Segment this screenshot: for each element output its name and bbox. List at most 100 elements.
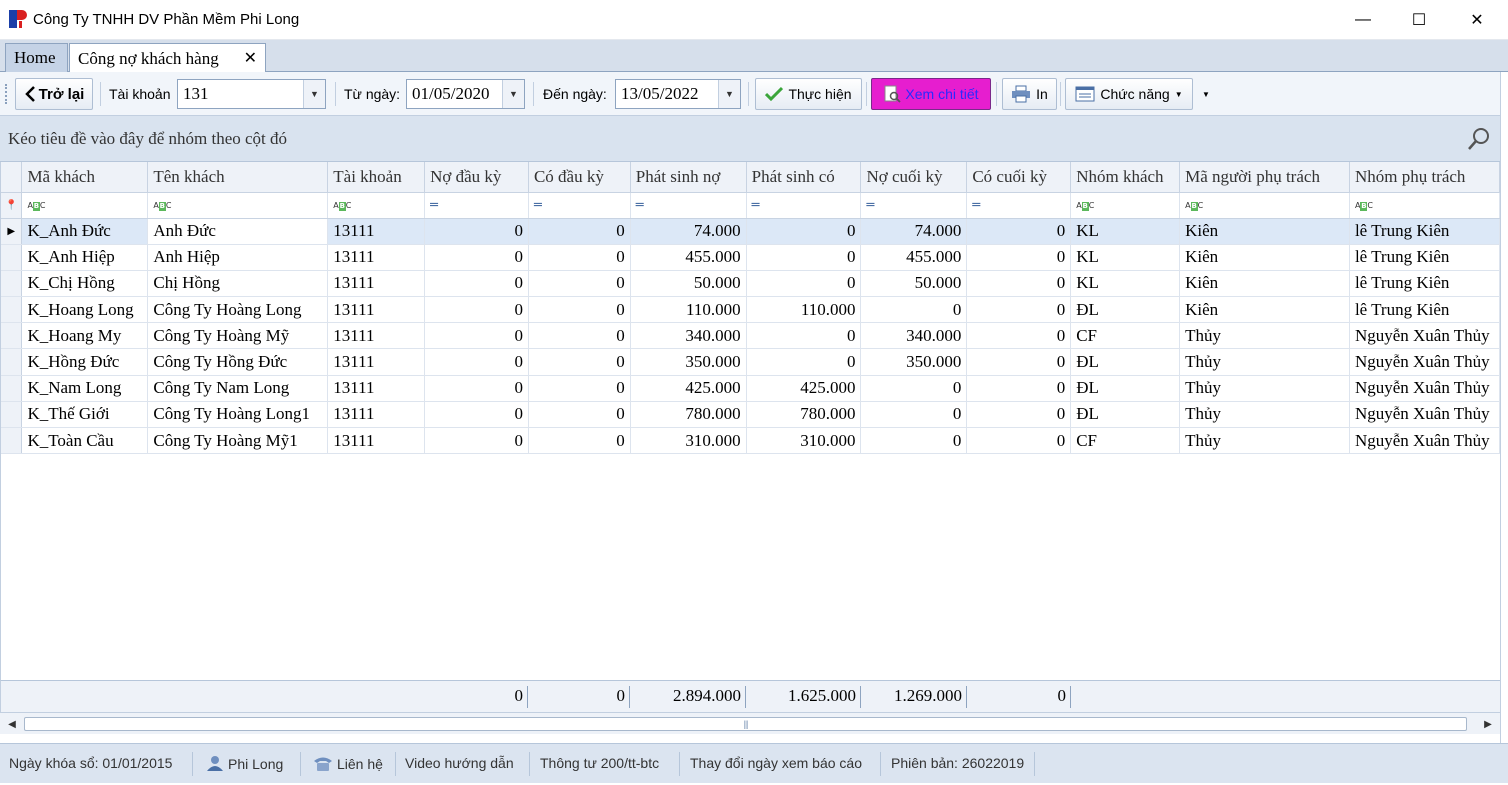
row-indicator[interactable] xyxy=(1,427,23,455)
table-cell[interactable]: lê Trung Kiên xyxy=(1349,296,1500,324)
table-cell[interactable]: Kiên xyxy=(1179,296,1350,324)
table-cell[interactable]: Công Ty Hồng Đức xyxy=(147,348,329,376)
table-row[interactable]: K_Anh Hiệp Anh Hiệp 13111 0 0 455.000 0 455.000… xyxy=(1,244,1500,271)
row-focus-indicator-icon[interactable]: ▶ xyxy=(1,218,23,245)
table-cell[interactable]: 13111 xyxy=(327,401,426,429)
table-cell[interactable]: lê Trung Kiên xyxy=(1349,244,1500,271)
table-cell[interactable]: K_Nam Long xyxy=(21,375,149,402)
table-cell[interactable]: 0 xyxy=(528,427,631,455)
dropdown-arrow-icon[interactable]: ▼ xyxy=(502,80,524,108)
column-header[interactable]: Nhóm khách xyxy=(1070,162,1181,193)
table-cell[interactable]: Công Ty Nam Long xyxy=(147,375,329,402)
table-cell[interactable]: Thủy xyxy=(1179,401,1350,429)
table-cell[interactable]: 0 xyxy=(966,244,1072,271)
table-cell[interactable]: 0 xyxy=(424,296,529,324)
table-cell[interactable]: 74.000 xyxy=(630,218,747,245)
filter-text-icon[interactable]: ABC xyxy=(147,192,329,219)
table-cell[interactable]: 13111 xyxy=(327,270,426,298)
dropdown-arrow-icon[interactable]: ▼ xyxy=(303,80,325,108)
table-cell[interactable]: Nguyễn Xuân Thủy xyxy=(1349,427,1500,455)
filter-text-icon[interactable]: ABC xyxy=(21,192,149,219)
table-cell[interactable]: K_Hoang Long xyxy=(21,296,149,324)
toolbar-grip[interactable] xyxy=(5,84,8,104)
table-cell[interactable]: 0 xyxy=(528,244,631,271)
table-cell[interactable]: 0 xyxy=(966,401,1072,429)
table-cell[interactable]: 0 xyxy=(966,427,1072,455)
column-header[interactable]: Mã khách xyxy=(21,162,149,193)
status-change-date[interactable]: Thay đổi ngày xem báo cáo xyxy=(690,755,862,771)
table-cell[interactable]: Thủy xyxy=(1179,427,1350,455)
filter-equals-icon[interactable]: ═ xyxy=(630,192,747,219)
table-cell[interactable]: Anh Hiệp xyxy=(147,244,329,271)
group-by-panel[interactable]: Kéo tiêu đề vào đây để nhóm theo cột đó xyxy=(0,116,1500,162)
table-cell[interactable]: CF xyxy=(1070,322,1181,350)
table-cell[interactable]: Kiên xyxy=(1179,218,1350,245)
row-indicator[interactable] xyxy=(1,296,23,324)
table-cell[interactable]: Chị Hồng xyxy=(147,270,329,298)
dropdown-arrow-icon[interactable]: ▼ xyxy=(718,80,740,108)
filter-equals-icon[interactable]: ═ xyxy=(966,192,1072,219)
table-cell[interactable]: 0 xyxy=(860,427,968,455)
table-cell[interactable]: Công Ty Hoàng Long1 xyxy=(147,401,329,429)
table-cell[interactable]: KL xyxy=(1070,218,1181,245)
table-cell[interactable]: K_Hồng Đức xyxy=(21,348,149,376)
table-row[interactable]: K_Chị Hồng Chị Hồng 13111 0 0 50.000 0 50.000 0 K… xyxy=(1,270,1500,298)
status-contact[interactable]: Liên hệ xyxy=(312,755,383,772)
to-date-picker[interactable]: 13/05/2022 ▼ xyxy=(615,79,741,109)
row-indicator[interactable] xyxy=(1,375,23,402)
table-cell[interactable]: 0 xyxy=(966,218,1072,245)
table-cell[interactable]: ĐL xyxy=(1070,348,1181,376)
maximize-button[interactable]: ☐ xyxy=(1390,0,1448,40)
table-cell[interactable]: 0 xyxy=(528,270,631,298)
table-cell[interactable]: 110.000 xyxy=(630,296,747,324)
table-cell[interactable]: KL xyxy=(1070,270,1181,298)
table-cell[interactable]: 425.000 xyxy=(630,375,747,402)
table-cell[interactable]: 0 xyxy=(746,244,862,271)
filter-equals-icon[interactable]: ═ xyxy=(424,192,529,219)
filter-text-icon[interactable]: ABC xyxy=(1070,192,1181,219)
filter-text-icon[interactable]: ABC xyxy=(327,192,426,219)
table-cell[interactable]: 13111 xyxy=(327,348,426,376)
table-cell[interactable]: 0 xyxy=(528,401,631,429)
table-cell[interactable]: Thủy xyxy=(1179,322,1350,350)
table-cell[interactable]: 0 xyxy=(746,322,862,350)
row-indicator[interactable] xyxy=(1,270,23,298)
table-cell[interactable]: Kiên xyxy=(1179,270,1350,298)
table-cell[interactable]: 0 xyxy=(528,375,631,402)
table-cell[interactable]: 0 xyxy=(424,375,529,402)
table-row[interactable]: K_Hoang My Công Ty Hoàng Mỹ 13111 0 0 340.000… xyxy=(1,322,1500,350)
table-cell[interactable]: 110.000 xyxy=(746,296,862,324)
column-header[interactable]: Phát sinh có xyxy=(746,162,862,193)
table-cell[interactable]: K_Hoang My xyxy=(21,322,149,350)
column-header[interactable]: Nợ đầu kỳ xyxy=(424,162,529,193)
table-cell[interactable]: 780.000 xyxy=(630,401,747,429)
from-date-picker[interactable]: 01/05/2020 ▼ xyxy=(406,79,525,109)
table-cell[interactable]: 0 xyxy=(966,375,1072,402)
horizontal-scrollbar[interactable]: ◀ ||| ▶ xyxy=(0,712,1500,734)
table-cell[interactable]: 0 xyxy=(860,401,968,429)
print-button[interactable]: In xyxy=(1002,78,1057,110)
table-cell[interactable]: 310.000 xyxy=(630,427,747,455)
filter-equals-icon[interactable]: ═ xyxy=(528,192,631,219)
table-cell[interactable]: K_Anh Đức xyxy=(21,218,149,245)
table-cell[interactable]: 0 xyxy=(424,427,529,455)
table-cell[interactable]: 13111 xyxy=(327,244,426,271)
table-cell[interactable]: 13111 xyxy=(327,218,426,245)
row-indicator[interactable] xyxy=(1,244,23,271)
table-cell[interactable]: 50.000 xyxy=(630,270,747,298)
table-cell[interactable]: 0 xyxy=(424,348,529,376)
table-cell[interactable]: Nguyễn Xuân Thủy xyxy=(1349,348,1500,376)
table-cell[interactable]: 455.000 xyxy=(630,244,747,271)
table-cell[interactable]: 74.000 xyxy=(860,218,968,245)
table-cell[interactable]: 0 xyxy=(746,348,862,376)
table-cell[interactable]: Công Ty Hoàng Mỹ1 xyxy=(147,427,329,455)
column-header[interactable]: Tài khoản xyxy=(327,162,426,193)
filter-text-icon[interactable]: ABC xyxy=(1179,192,1350,219)
table-cell[interactable]: 425.000 xyxy=(746,375,862,402)
table-cell[interactable]: KL xyxy=(1070,244,1181,271)
table-cell[interactable]: ĐL xyxy=(1070,375,1181,402)
table-row[interactable]: K_Thế Giới Công Ty Hoàng Long1 13111 0 0 780.… xyxy=(1,401,1500,429)
column-header[interactable]: Phát sinh nợ xyxy=(630,162,747,193)
table-cell[interactable]: 0 xyxy=(528,322,631,350)
table-cell[interactable]: 340.000 xyxy=(630,322,747,350)
